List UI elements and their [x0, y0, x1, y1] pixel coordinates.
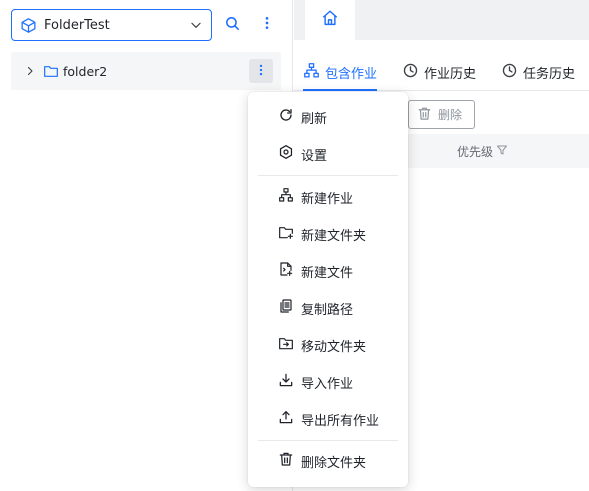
menu-item-move-folder[interactable]: 移动文件夹	[248, 329, 408, 361]
menu-item-import-job[interactable]: 导入作业	[248, 366, 408, 398]
tree-item-folder2[interactable]: folder2	[11, 52, 281, 90]
home-icon	[321, 9, 339, 31]
menu-item-delete-folder[interactable]: 删除文件夹	[248, 445, 408, 477]
tab-label: 任务历史	[523, 67, 576, 82]
menu-item-label: 新建文件	[301, 265, 354, 281]
menu-item-export-all-jobs[interactable]: 导出所有作业	[248, 403, 408, 435]
import-icon	[278, 372, 301, 392]
project-select-value: FolderTest	[44, 17, 110, 33]
tab-label: 作业历史	[424, 67, 477, 82]
menu-item-new-file[interactable]: 新建文件	[248, 255, 408, 287]
history-icon	[402, 62, 424, 83]
menu-item-label: 移动文件夹	[301, 339, 367, 355]
column-header-priority[interactable]: 优先级	[457, 143, 508, 160]
delete-folder-icon	[278, 451, 301, 471]
chevron-right-icon[interactable]	[24, 64, 38, 78]
filter-icon[interactable]	[493, 144, 508, 159]
tab-included-jobs[interactable]: 包含作业	[303, 55, 378, 91]
menu-divider	[258, 175, 398, 176]
tab-bar	[294, 0, 589, 40]
tab-label: 包含作业	[325, 67, 378, 82]
project-select[interactable]: FolderTest	[11, 9, 212, 41]
export-icon	[278, 409, 301, 429]
column-label: 优先级	[457, 145, 494, 159]
delete-button[interactable]: 删除	[408, 100, 475, 129]
menu-item-label: 复制路径	[301, 302, 354, 318]
move-folder-icon	[278, 335, 301, 355]
new-file-icon	[278, 261, 301, 281]
refresh-icon	[278, 107, 301, 127]
menu-item-label: 刷新	[301, 111, 328, 127]
tab-task-history[interactable]: 任务历史	[501, 55, 575, 90]
cube-icon	[20, 16, 38, 34]
tab-job-history[interactable]: 作业历史	[402, 55, 476, 90]
tree-item-label: folder2	[63, 63, 108, 79]
history-icon	[501, 62, 523, 83]
more-vertical-icon	[259, 15, 275, 35]
context-menu: 刷新 设置 新建作业 新建文件夹 新建文件 复制路径 移动文件夹 导入作业 导出…	[248, 92, 408, 487]
folder-icon	[43, 63, 59, 79]
workflow-icon	[303, 62, 325, 83]
trash-icon	[417, 106, 438, 124]
settings-icon	[278, 144, 301, 164]
delete-label: 删除	[438, 108, 463, 122]
chevron-down-icon	[189, 18, 203, 32]
menu-item-label: 导入作业	[301, 376, 354, 392]
menu-item-copy-path[interactable]: 复制路径	[248, 292, 408, 324]
new-folder-icon	[278, 224, 301, 244]
menu-item-refresh[interactable]: 刷新	[248, 101, 408, 133]
menu-item-label: 新建文件夹	[301, 228, 367, 244]
copy-path-icon	[278, 298, 301, 318]
sub-tabs: 包含作业 作业历史 任务历史	[294, 55, 589, 91]
menu-item-new-folder[interactable]: 新建文件夹	[248, 218, 408, 250]
menu-item-label: 删除文件夹	[301, 455, 367, 471]
more-vertical-icon	[254, 62, 268, 81]
menu-item-label: 设置	[301, 148, 328, 164]
menu-item-label: 新建作业	[301, 191, 354, 207]
tab-home[interactable]	[305, 0, 355, 40]
new-job-icon	[278, 187, 301, 207]
search-button[interactable]	[221, 14, 243, 36]
menu-item-new-job[interactable]: 新建作业	[248, 181, 408, 213]
search-icon	[224, 15, 241, 36]
menu-item-label: 导出所有作业	[301, 413, 380, 429]
tree-item-more-button[interactable]	[249, 59, 273, 83]
menu-divider	[258, 440, 398, 441]
menu-item-settings[interactable]: 设置	[248, 138, 408, 170]
sidebar-more-button[interactable]	[256, 14, 278, 36]
